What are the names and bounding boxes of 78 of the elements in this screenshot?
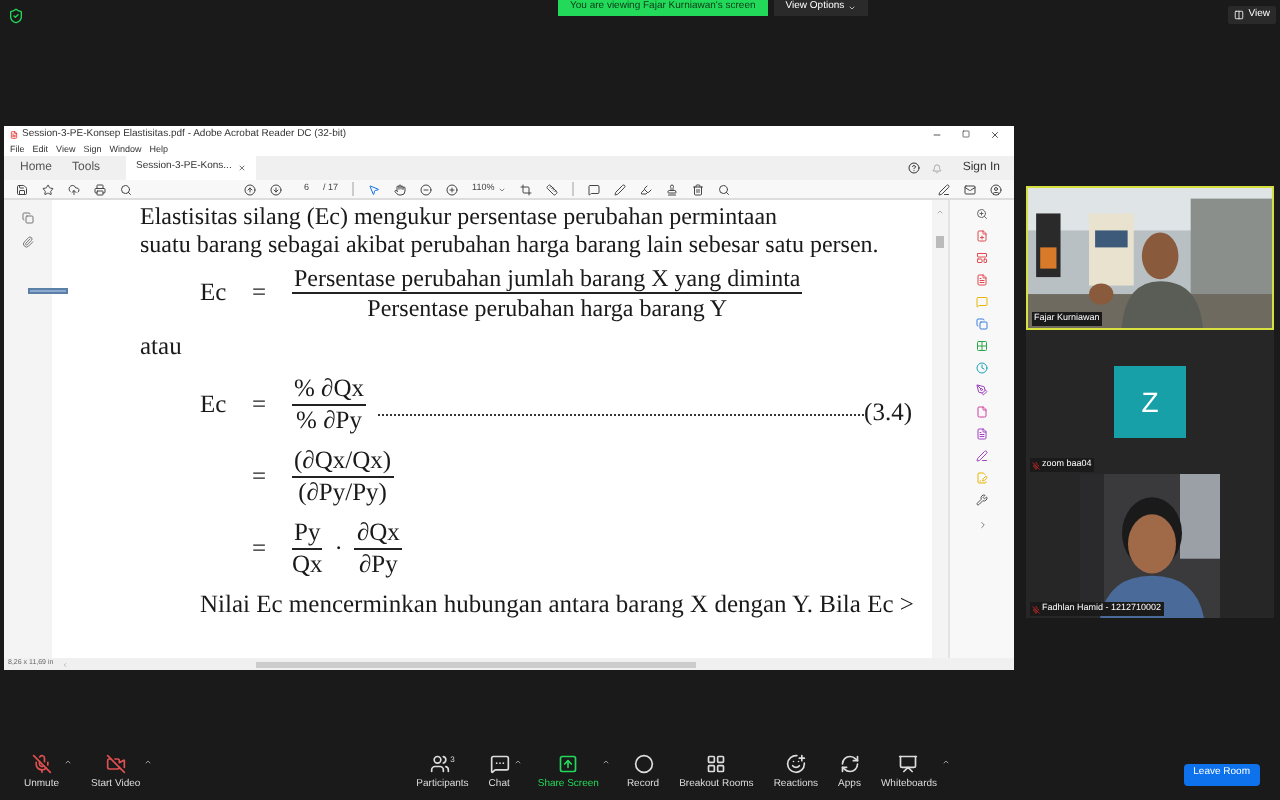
pdf-icon — [10, 130, 18, 140]
fraction-denominator: Qx — [292, 549, 323, 580]
equals-sign: = — [252, 461, 269, 492]
cloud-upload-icon[interactable] — [68, 183, 80, 195]
wrench-icon[interactable] — [976, 494, 988, 506]
document-icon[interactable] — [976, 274, 988, 286]
save-icon[interactable] — [16, 183, 28, 195]
trash-icon[interactable] — [692, 183, 705, 195]
fraction-numerator: ∂Qx — [354, 517, 402, 550]
equals-sign: = — [252, 533, 269, 564]
multiply-dot: · — [334, 533, 343, 564]
equation-term: Ec — [200, 389, 229, 420]
equation-number: (3.4) — [864, 397, 912, 428]
collapse-icon[interactable] — [977, 520, 987, 530]
search-icon[interactable] — [120, 183, 132, 195]
fraction-denominator: ∂Py — [358, 549, 398, 580]
speech-bubble-icon — [489, 754, 510, 775]
help-icon[interactable] — [908, 162, 921, 174]
ruler-icon[interactable] — [546, 183, 559, 195]
equals-sign: = — [252, 278, 269, 309]
people-icon — [430, 754, 451, 775]
file-icon[interactable] — [976, 406, 988, 418]
zoom-out-icon[interactable] — [420, 183, 433, 195]
paperclip-icon[interactable] — [22, 236, 34, 248]
mail-icon[interactable] — [964, 183, 976, 195]
fraction-numerator: Py — [292, 517, 323, 550]
copy-icon[interactable] — [976, 318, 988, 330]
zoom-in-icon[interactable] — [446, 183, 459, 195]
text-line: Nilai Ec mencerminkan hubungan antara barang X dengan Y. Bila Ec > — [200, 589, 912, 620]
grid-icon[interactable] — [976, 340, 988, 352]
screen-icon — [898, 754, 919, 775]
refresh-icon — [839, 754, 860, 775]
equals-sign: = — [252, 389, 269, 420]
stamp-icon[interactable] — [666, 183, 679, 195]
crop-icon[interactable] — [520, 183, 533, 195]
muted-microphone-icon — [31, 754, 52, 775]
record-icon — [633, 754, 653, 775]
document-icon[interactable] — [976, 428, 988, 440]
muted-microphone-icon — [1032, 605, 1040, 614]
search-icon[interactable] — [718, 183, 731, 195]
pages-icon[interactable] — [22, 212, 34, 224]
equation-term: Ec — [200, 278, 229, 309]
text-line: Elastisitas silang (Ec) mengukur persentase perubahan permintaan — [140, 202, 780, 230]
file-plus-icon[interactable] — [976, 230, 988, 242]
printer-icon[interactable] — [94, 183, 106, 195]
avatar: Z — [1114, 366, 1186, 438]
pointer-icon[interactable] — [368, 183, 381, 195]
hand-icon[interactable] — [394, 183, 407, 195]
muted-microphone-icon — [1032, 461, 1040, 470]
shield-icon — [8, 8, 24, 24]
smiley-icon — [785, 754, 806, 775]
fraction-numerator: (∂Qx/Qx) — [292, 445, 394, 478]
pen-icon[interactable] — [614, 183, 627, 195]
fraction-numerator: Persentase perubahan jumlah barang X yang diminta — [292, 264, 803, 295]
maximize-icon[interactable] — [962, 130, 970, 138]
fraction-denominator: (∂Py/Py) — [298, 477, 387, 508]
scrollbar-thumb[interactable] — [255, 661, 696, 667]
fraction-denominator: Persentase perubahan harga barang Y — [367, 294, 728, 324]
scrollbar-thumb[interactable] — [936, 236, 944, 248]
comment-icon[interactable] — [588, 183, 601, 195]
grid-icon — [706, 754, 727, 775]
user-icon[interactable] — [990, 183, 1002, 195]
arrow-up-icon[interactable] — [244, 183, 256, 195]
zoom-in-icon[interactable] — [976, 208, 988, 220]
arrow-down-icon[interactable] — [270, 183, 282, 195]
fraction-denominator: % ∂Py — [296, 405, 362, 436]
highlighter-icon[interactable] — [640, 183, 653, 195]
pen-tool-icon[interactable] — [976, 384, 988, 396]
text-line: atau — [140, 331, 184, 362]
text-line: suatu barang sebagai akibat perubahan harga barang lain sebesar satu persen. — [140, 230, 881, 258]
pen-icon[interactable] — [976, 450, 988, 462]
fraction-numerator: % ∂Qx — [292, 373, 366, 406]
layout-icon — [1234, 10, 1245, 20]
pen-icon[interactable] — [938, 183, 950, 195]
layout-icon[interactable] — [976, 252, 988, 264]
panel-handle[interactable] — [28, 288, 68, 294]
star-icon[interactable] — [42, 183, 54, 195]
video-off-icon — [105, 754, 126, 775]
